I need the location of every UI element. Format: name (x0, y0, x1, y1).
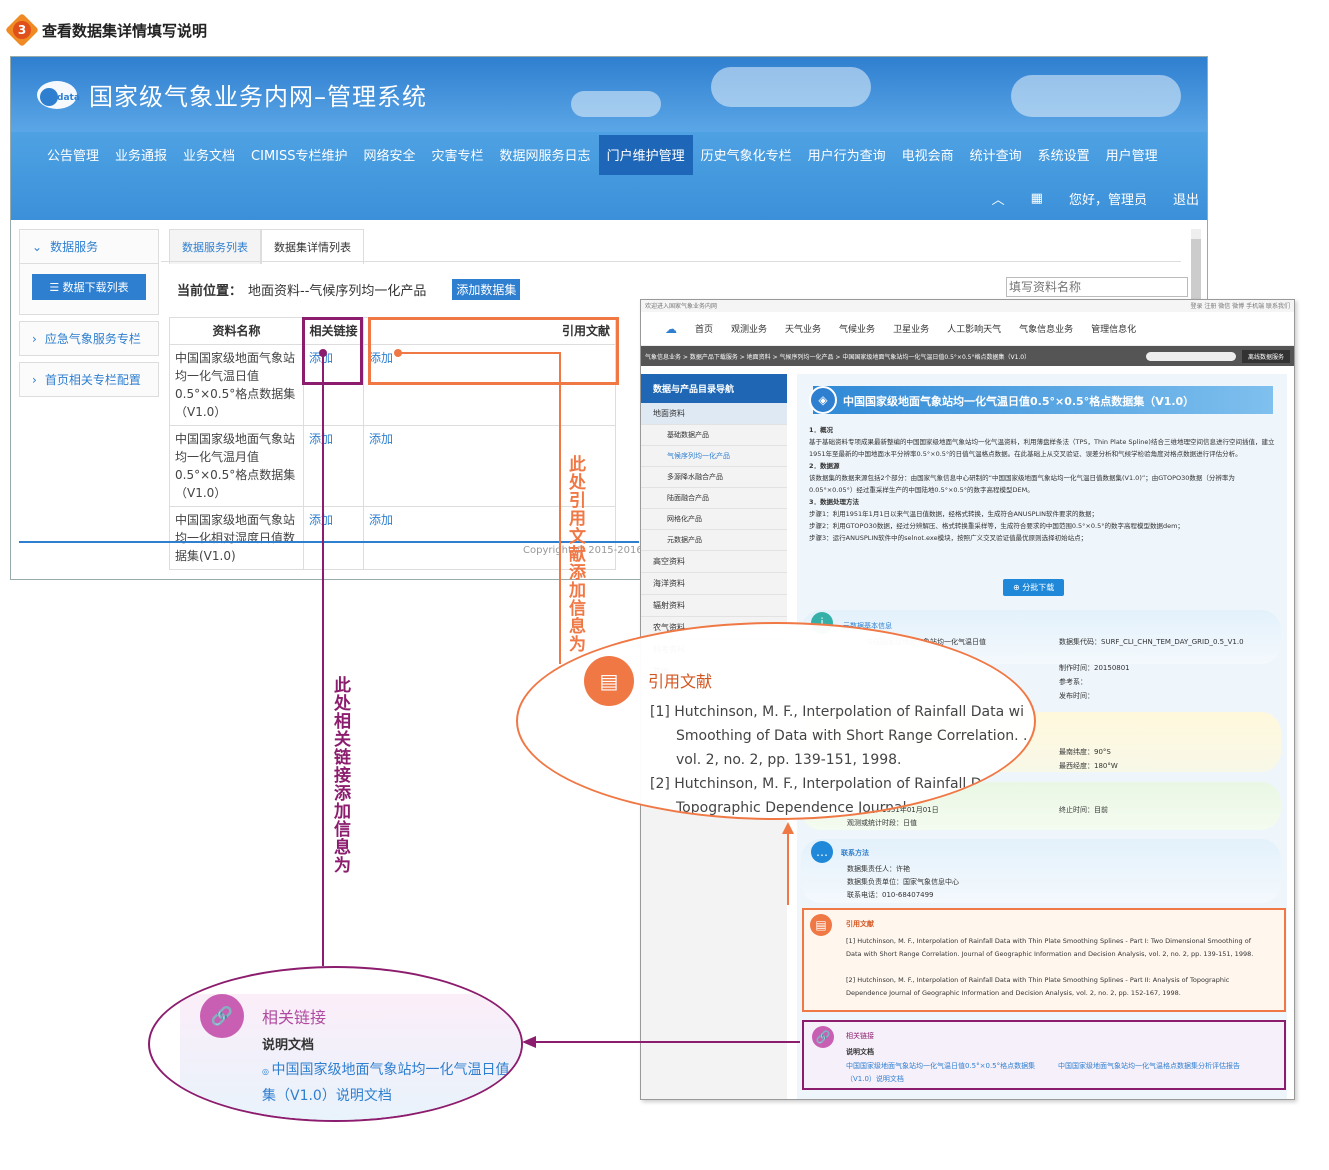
link-connector-dot (319, 349, 327, 357)
links-callout: 🔗 相关链接 说明文档 ◎ 中国国家级地面气象站均一化气温日值 集（V1.0）说… (148, 966, 523, 1122)
citation-callout-line: [1] Hutchinson, M. F., Interpolation of … (650, 704, 1024, 720)
cite-connector-dot (394, 349, 402, 357)
citation-callout-line: Smoothing of Data with Short Range Corre… (676, 728, 1028, 744)
link-icon: 🔗 (200, 994, 244, 1038)
citation-callout-line: Topographic Dependence Journal of G (676, 800, 940, 816)
links-callout-doc-link[interactable]: ◎ 中国国家级地面气象站均一化气温日值 集（V1.0）说明文档 (262, 1058, 510, 1108)
link-line: 中国国家级地面气象站均一化气温日值 (271, 1062, 510, 1078)
link-line: 集（V1.0）说明文档 (262, 1088, 392, 1104)
cite-connector-line (398, 352, 561, 664)
document-icon: ▤ (584, 656, 634, 706)
citation-callout-line: vol. 2, no. 2, pp. 139-151, 1998. (676, 752, 902, 768)
link-annotation: 此处相关链接添加信息为 (330, 676, 350, 874)
cite-arrow-head (782, 822, 794, 834)
citation-callout: ▤ 引用文献 [1] Hutchinson, M. F., Interpolat… (516, 622, 1036, 820)
citation-callout-line: [2] Hutchinson, M. F., Interpolation of … (650, 776, 996, 792)
link-arrow-head (522, 1036, 536, 1048)
bullet-icon: ◎ (262, 1067, 272, 1076)
citation-callout-title: 引用文献 (648, 672, 713, 691)
citation-callout-text: [1] Hutchinson, M. F., Interpolation of … (650, 700, 1028, 818)
links-callout-title: 相关链接 (262, 1008, 327, 1027)
links-callout-subtitle: 说明文档 (262, 1038, 315, 1053)
cite-annotation: 此处引用文献添加信息为 (565, 455, 585, 653)
